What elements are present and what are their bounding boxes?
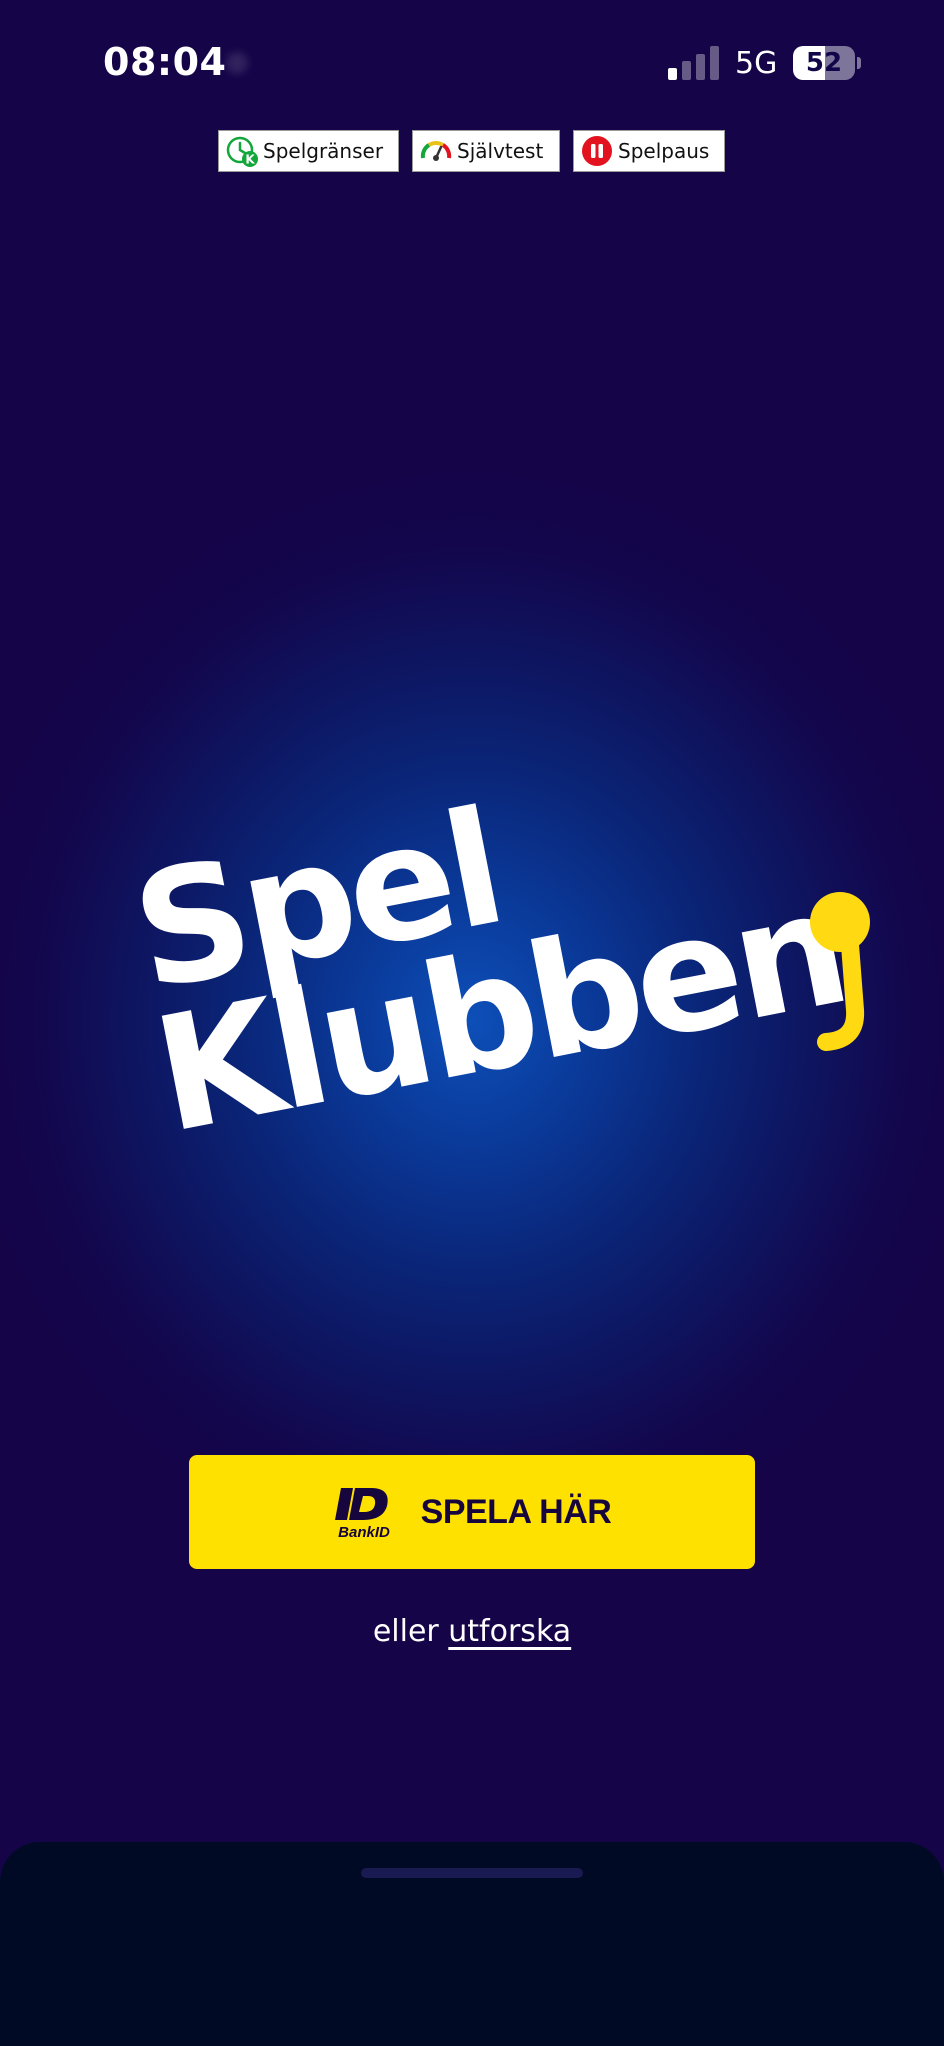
explore-row: eller utforska	[0, 1614, 944, 1649]
bankid-icon: BankID	[333, 1484, 395, 1541]
svg-text:K: K	[245, 153, 255, 167]
bottom-sheet	[0, 1842, 944, 2046]
spelpaus-icon	[580, 134, 614, 168]
utforska-link[interactable]: utforska	[448, 1614, 571, 1649]
spela-har-button[interactable]: BankID SPELA HÄR	[189, 1455, 755, 1569]
spelklubben-logo: Spel Klubben	[0, 0, 944, 2046]
sjalvtest-label: Självtest	[457, 139, 544, 163]
sjalvtest-button[interactable]: Självtest	[412, 130, 560, 172]
status-bar: 08:04 5G 52	[0, 0, 944, 120]
logo-line-spel: Spel	[120, 776, 513, 1027]
logo-joystick-icon	[810, 892, 870, 1051]
sjalvtest-gauge-icon	[419, 134, 453, 168]
spelpaus-label: Spelpaus	[618, 139, 710, 163]
svg-text:BankID: BankID	[338, 1524, 390, 1540]
cellular-signal-icon	[668, 46, 720, 80]
spelgranser-icon: K	[225, 134, 259, 168]
spela-har-label: SPELA HÄR	[420, 1492, 612, 1531]
spelgranser-label: Spelgränser	[263, 139, 384, 163]
status-time: 08:04	[103, 40, 227, 84]
spelgranser-button[interactable]: K Spelgränser	[218, 130, 399, 172]
battery-tip	[857, 57, 861, 69]
logo-line-klubben: Klubben	[141, 856, 858, 1169]
spelpaus-button[interactable]: Spelpaus	[573, 130, 725, 172]
network-type: 5G	[735, 46, 778, 81]
explore-prefix: eller	[372, 1614, 439, 1649]
battery-icon: 52	[793, 46, 855, 80]
bottom-sheet-handle[interactable]	[361, 1868, 583, 1878]
app-screen: 08:04 5G 52 K Spelgränser Självtest Spel…	[0, 0, 944, 2046]
status-indicator-dot	[226, 52, 248, 74]
battery-level: 52	[805, 48, 843, 78]
